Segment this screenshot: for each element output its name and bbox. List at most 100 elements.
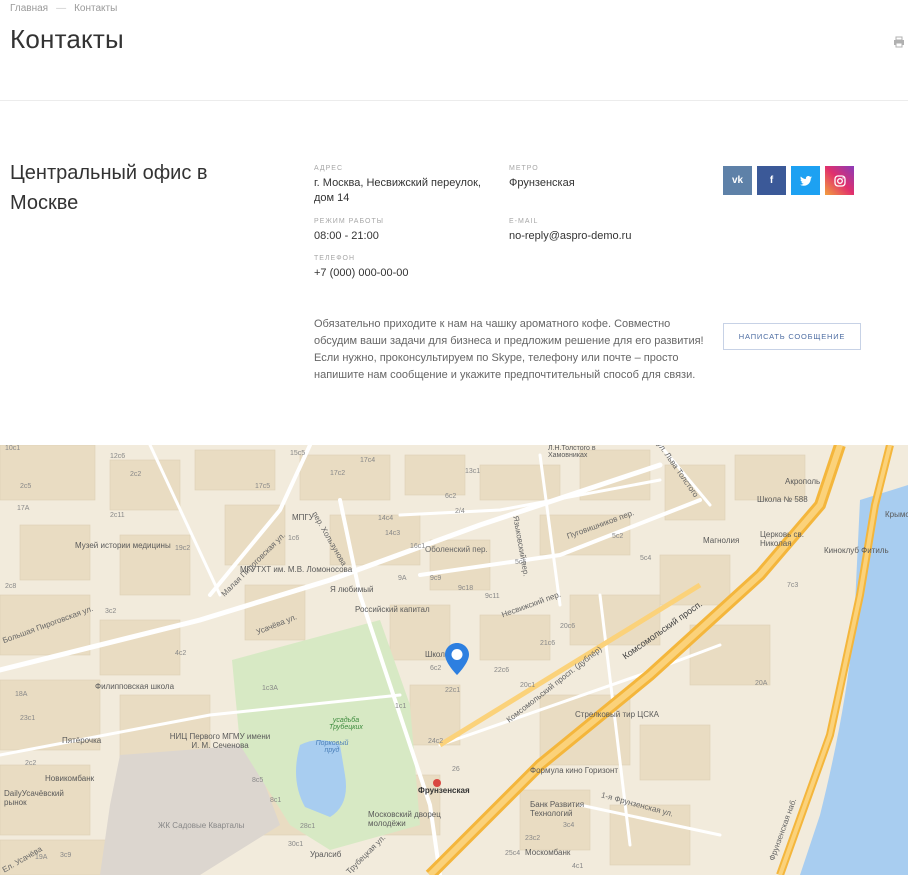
map-house-number: 4c1 [572, 863, 584, 870]
map-house-number: 9c11 [485, 593, 500, 600]
address-label: Адрес [314, 165, 344, 172]
map-house-number: 6c2 [430, 665, 442, 672]
facebook-icon: f [769, 175, 774, 186]
address-value: г. Москва, Несвижский переулок, дом 14 [314, 177, 481, 204]
print-icon[interactable] [893, 36, 905, 48]
map-house-number: 26 [452, 766, 460, 773]
instagram-icon [833, 174, 846, 187]
hours-field: Режим работы 08:00 - 21:00 [314, 217, 499, 244]
map-house-number: 5c2 [612, 533, 624, 540]
map-house-number: 2c2 [25, 760, 37, 767]
facebook-button[interactable]: f [757, 166, 786, 195]
map-place-label: Я любимый [330, 585, 374, 594]
map-house-number: 7c3 [787, 582, 799, 589]
map-place-label: Российский капитал [355, 605, 430, 614]
breadcrumb-separator: — [56, 3, 67, 14]
map-place-label: Акрополь [785, 477, 821, 486]
map-house-number: 9c9 [430, 575, 442, 582]
office-description: Обязательно приходите к нам на чашку аро… [314, 318, 704, 381]
email-field: E-mail no-reply@aspro-demo.ru [509, 217, 699, 244]
map-place-label: Новикомбанк [45, 774, 95, 783]
map-place-label: Москомбанк [525, 848, 571, 857]
map-house-number: 2c8 [5, 583, 17, 590]
map-street-label: Оболенский пер. [425, 545, 488, 554]
map-house-number: 8c5 [252, 777, 264, 784]
email-link[interactable]: no-reply@aspro-demo.ru [509, 229, 699, 244]
map-house-number: 25c4 [505, 850, 521, 857]
map-location-pin-icon[interactable] [445, 643, 469, 675]
map-house-number: 23c1 [20, 715, 36, 722]
map-house-number: 28c1 [300, 823, 316, 830]
map-place-label: Л.Н.Толстого в Хамовниках [548, 445, 596, 459]
map-place-label: Фрунзенская [418, 786, 470, 795]
email-label: E-mail [509, 218, 539, 225]
office-title: Центральный офис в Москве [10, 162, 208, 214]
map-house-number: 6c2 [445, 493, 457, 500]
map-house-number: 1c1 [395, 703, 407, 710]
map-house-number: 13c1 [465, 468, 481, 475]
map-place-label: Банк Развития Технологий [530, 800, 585, 818]
map-place-label: Крымский [885, 510, 908, 519]
map-house-number: 20c6 [560, 623, 576, 630]
phone-field: Телефон +7 (000) 000-00-00 [314, 254, 499, 281]
metro-field: Метро Фрунзенская [509, 164, 699, 191]
map-house-number: 5c4 [640, 555, 652, 562]
map-place-label: ЖК Садовые Кварталы [158, 821, 245, 830]
twitter-icon [799, 175, 812, 186]
breadcrumb-home-link[interactable]: Главная [10, 3, 48, 14]
map-house-number: 8c1 [270, 797, 282, 804]
map-house-number: 16c1 [410, 543, 426, 550]
breadcrumb: Главная — Контакты [10, 3, 117, 14]
map-house-number: 23c2 [525, 835, 541, 842]
map-place-label: Киноклуб Фитиль [824, 546, 889, 555]
map-house-number: 2c11 [110, 512, 125, 519]
map-house-number: 19A [35, 854, 48, 861]
phone-label: Телефон [314, 255, 356, 262]
map-house-number: 21c6 [540, 640, 556, 647]
map-house-number: 3c2 [105, 608, 117, 615]
map-house-number: 12c6 [110, 453, 126, 460]
phone-value[interactable]: +7 (000) 000-00-00 [314, 266, 499, 281]
map-house-number: 2c5 [20, 483, 32, 490]
map-house-number: 10c1 [5, 445, 21, 452]
map-house-number: 14c4 [378, 515, 394, 522]
map-house-number: 20c1 [520, 682, 536, 689]
map-house-number: 15c5 [290, 450, 306, 457]
map-house-number: 1c6 [288, 535, 300, 542]
map-place-label: МГУТХТ им. М.В. Ломоносова [240, 565, 353, 574]
write-message-button[interactable]: Написать сообщение [723, 323, 861, 350]
instagram-button[interactable] [825, 166, 854, 195]
map-house-number: 17c5 [255, 483, 271, 490]
map-house-number: 2/4 [455, 508, 465, 515]
map-place-label: DailyУсачёвский рынок [4, 789, 64, 807]
map-house-number: 30c1 [288, 841, 304, 848]
map-house-number: 17A [17, 505, 30, 512]
map-house-number: 4c2 [175, 650, 187, 657]
vk-icon: vk [731, 175, 744, 186]
map-place-label: Магнолия [703, 536, 740, 545]
map-place-label: Школа № 588 [757, 495, 808, 504]
hours-label: Режим работы [314, 218, 384, 225]
office-map[interactable]: Оболенский пер. Языковский пер. Пуговишн… [0, 445, 908, 875]
address-field: Адрес г. Москва, Несвижский переулок, до… [314, 164, 499, 206]
page-title: Контакты [10, 24, 124, 54]
map-house-number: 20A [755, 680, 768, 687]
map-house-number: 22c1 [445, 687, 461, 694]
twitter-button[interactable] [791, 166, 820, 195]
hours-value: 08:00 - 21:00 [314, 230, 379, 242]
map-place-label: Уралсиб [310, 850, 342, 859]
map-house-number: 18A [15, 691, 28, 698]
map-park-label: усадьба Трубецких [329, 717, 363, 731]
map-place-label: Музей истории медицины [75, 541, 171, 550]
map-house-number: 3c9 [60, 852, 72, 859]
map-house-number: 19c2 [175, 545, 191, 552]
vk-button[interactable]: vk [723, 166, 752, 195]
map-house-number: 22c6 [494, 667, 510, 674]
map-water-label: Порковый пруд [315, 740, 349, 754]
map-place-label: Церковь св. Николая [760, 530, 804, 548]
map-house-number: 3c4 [563, 822, 575, 829]
map-place-label: Формула кино Горизонт [530, 766, 619, 775]
map-house-number: 9A [398, 575, 407, 582]
map-house-number: 5c5 [515, 559, 527, 566]
map-place-label: Пятёрочка [62, 736, 102, 745]
